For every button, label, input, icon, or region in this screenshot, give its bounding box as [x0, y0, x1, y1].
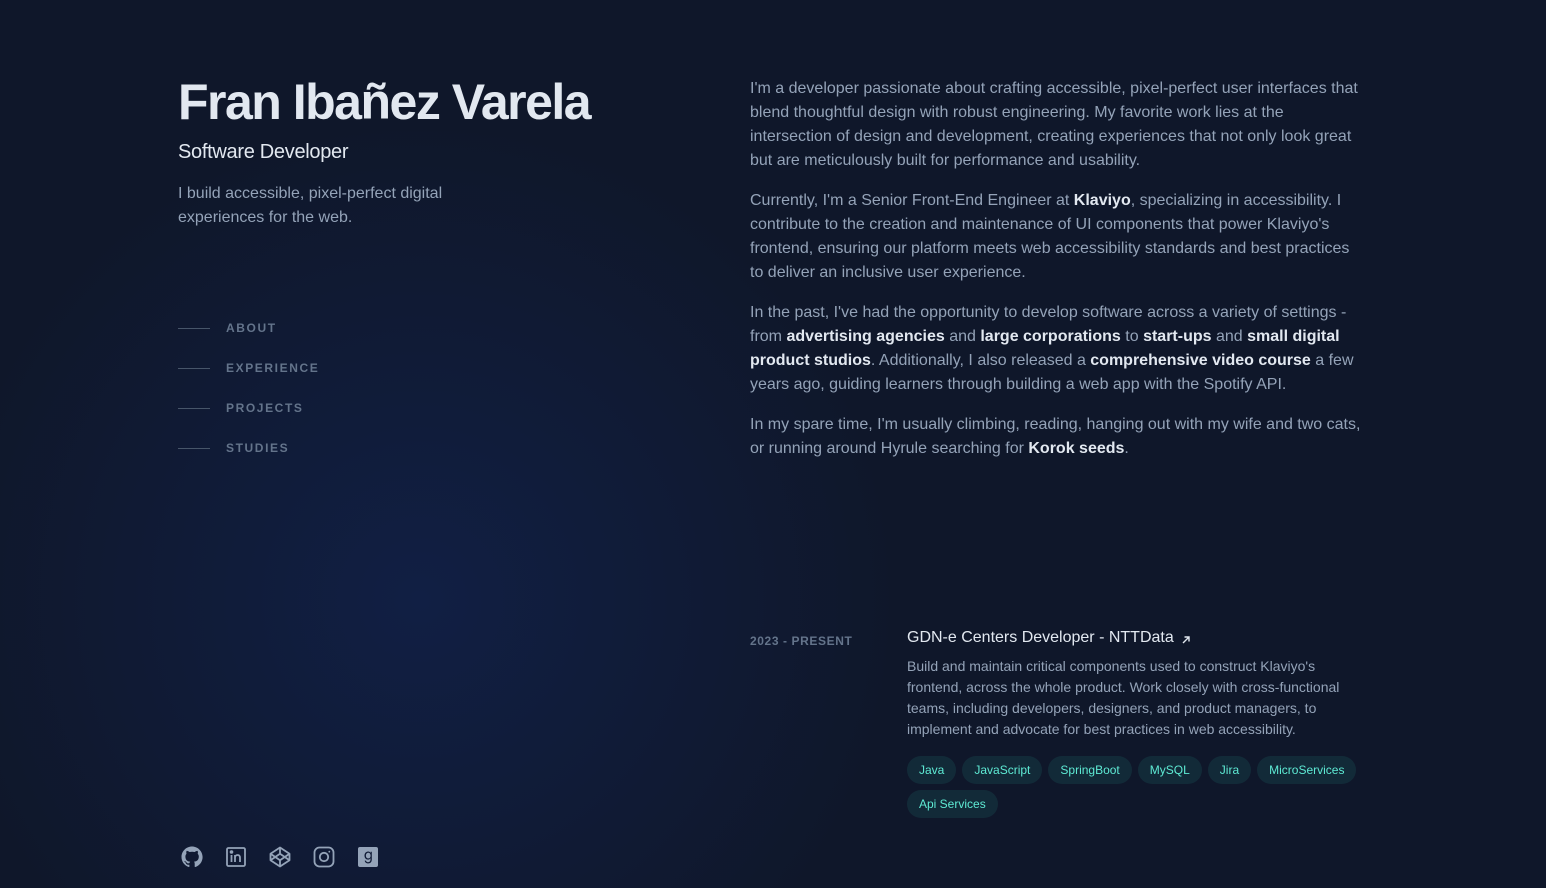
nav-item-projects[interactable]: PROJECTS [178, 388, 319, 428]
nav-item-experience[interactable]: EXPERIENCE [178, 348, 319, 388]
nav-item-studies[interactable]: STUDIES [178, 428, 319, 468]
tagline: I build accessible, pixel-perfect digita… [178, 185, 443, 226]
page-title: Fran Ibañez Varela [178, 74, 592, 130]
nav-indicator-line [178, 367, 210, 369]
about-paragraph: In the past, I've had the opportunity to… [750, 304, 1354, 393]
sidebar: Fran Ibañez Varela Software Developer I … [178, 0, 698, 888]
instagram-icon[interactable] [312, 845, 336, 869]
section-nav: ABOUT EXPERIENCE PROJECTS STUDIES [178, 308, 319, 468]
about-paragraph: I'm a developer passionate about craftin… [750, 80, 1358, 169]
about-paragraph: Currently, I'm a Senior Front-End Engine… [750, 192, 1350, 281]
tech-tags: Java JavaScript SpringBoot MySQL Jira Mi… [907, 756, 1357, 818]
nav-item-about[interactable]: ABOUT [178, 308, 319, 348]
nav-indicator-line [178, 407, 210, 409]
job-role: Software Developer [178, 141, 349, 163]
tech-tag: Java [907, 756, 957, 784]
nav-indicator-line [178, 447, 210, 449]
codepen-icon[interactable] [268, 845, 292, 869]
github-icon[interactable] [180, 845, 204, 869]
nav-item-label: EXPERIENCE [226, 361, 320, 375]
about-section: I'm a developer passionate about craftin… [750, 77, 1365, 477]
nav-item-label: PROJECTS [226, 401, 304, 415]
social-links [180, 845, 380, 869]
goodreads-icon[interactable] [356, 845, 380, 869]
experience-title-link[interactable]: GDN-e Centers Developer - NTTData [907, 626, 1357, 650]
experience-description: Build and maintain critical components u… [907, 658, 1340, 737]
experience-body: GDN-e Centers Developer - NTTData Build … [907, 626, 1357, 818]
about-paragraph: In my spare time, I'm usually climbing, … [750, 416, 1361, 457]
tech-tag: JavaScript [962, 756, 1043, 784]
nav-item-label: ABOUT [226, 321, 277, 335]
arrow-up-right-icon [1182, 636, 1190, 644]
experience-title: GDN-e Centers Developer - NTTData [907, 629, 1174, 646]
tech-tag: SpringBoot [1048, 756, 1132, 784]
experience-date: 2023 - PRESENT [750, 634, 853, 648]
tech-tag: MySQL [1137, 756, 1202, 784]
nav-item-label: STUDIES [226, 441, 290, 455]
linkedin-icon[interactable] [224, 845, 248, 869]
nav-indicator-line [178, 327, 210, 329]
tech-tag: Api Services [907, 790, 998, 818]
tech-tag: Jira [1207, 756, 1252, 784]
tech-tag: MicroServices [1257, 756, 1357, 784]
